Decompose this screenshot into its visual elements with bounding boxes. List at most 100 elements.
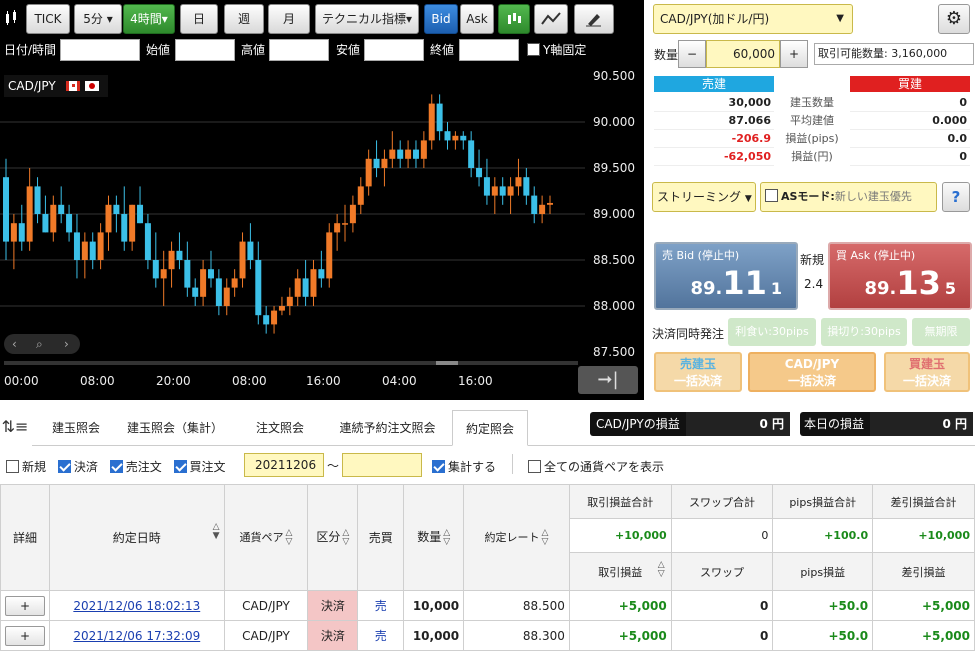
tab-3[interactable]: 連続予約注文照会 xyxy=(330,410,445,446)
candle-body xyxy=(405,149,412,159)
aggregate-checkbox[interactable] xyxy=(432,460,445,473)
chart-scrollbar-thumb[interactable] xyxy=(436,361,458,365)
execution-table: 詳細 約定日時 △ ▼ 通貨ペア △ ▽ 区分 △ ▽ 売買 数量 △ ▽ 約定レート △ ▽ 取引… xyxy=(0,484,975,651)
row-side: 売 xyxy=(357,590,405,621)
jump-latest-button[interactable]: ➞| xyxy=(578,366,638,394)
candlestick-chart xyxy=(0,94,585,334)
candle-body xyxy=(460,135,467,141)
candlestick-icon[interactable] xyxy=(2,4,24,34)
candle-body xyxy=(263,315,270,325)
pair-bulk-line2: 一括決済 xyxy=(787,374,836,388)
tab-2[interactable]: 注文照会 xyxy=(240,410,320,446)
datetime-value xyxy=(60,39,140,61)
buy-bulk-settle-button[interactable]: 買建玉 一括決済 xyxy=(884,352,970,392)
pair-bulk-settle-button[interactable]: CAD/JPY 一括決済 xyxy=(748,352,876,392)
sort-list-icon[interactable]: ⇅≡ xyxy=(0,412,30,442)
chart-nav-controls: ‹ ⌕ › xyxy=(4,334,80,354)
row-detail-button[interactable]: + xyxy=(5,595,45,616)
candle-body xyxy=(231,278,238,288)
y-axis-fix-checkbox[interactable] xyxy=(527,43,540,56)
y-axis-fix-toggle[interactable]: Y軸固定 xyxy=(527,40,586,60)
open-value xyxy=(175,39,235,61)
pos-label-0: 建玉数量 xyxy=(790,96,834,109)
buy-position-header: 買建 xyxy=(850,76,970,92)
filter-settle-checkbox[interactable] xyxy=(57,460,71,473)
tick-button[interactable]: TICK xyxy=(26,4,70,34)
technical-indicator-select[interactable]: テクニカル指標▾ xyxy=(315,4,419,34)
sell-bulk-settle-button[interactable]: 売建玉 一括決済 xyxy=(654,352,742,392)
filter-buy-checkbox[interactable] xyxy=(173,460,187,473)
tab-4[interactable]: 約定照会 xyxy=(452,410,528,446)
interval-5min-select[interactable]: 5分 ▾ xyxy=(74,4,122,34)
pair-select[interactable]: CAD/JPY(加ドル/円) ▼ xyxy=(653,4,853,34)
filter-sell[interactable]: 売注文 xyxy=(109,460,162,474)
row-kind: 決済 xyxy=(307,620,359,651)
filter-sell-checkbox[interactable] xyxy=(109,460,123,473)
take-profit-button[interactable]: 利食い:30pips xyxy=(728,318,816,346)
chart-scrollbar[interactable] xyxy=(4,361,578,365)
sum-header-0: 取引損益合計 xyxy=(568,484,672,519)
qty-minus-button[interactable]: − xyxy=(678,40,706,68)
streaming-mode-select[interactable]: ストリーミング ▼ xyxy=(652,182,756,212)
candle-body xyxy=(302,278,309,297)
as-mode-toggle[interactable]: ASモード:新しい建玉優先 xyxy=(760,182,937,212)
col-exec-date[interactable]: 約定日時 △ ▼ xyxy=(49,484,225,591)
bid-quote-button[interactable]: 売 Bid (停止中) 89.11 1 xyxy=(654,242,798,310)
filter-settle[interactable]: 決済 xyxy=(57,460,98,474)
sort-icon: △ ▽ xyxy=(443,527,451,547)
expiry-button[interactable]: 無期限 xyxy=(912,318,970,346)
gear-icon[interactable]: ⚙ xyxy=(938,4,970,34)
pos-label-2: 損益(pips) xyxy=(785,132,839,145)
candle-body xyxy=(42,214,49,233)
row-detail-button[interactable]: + xyxy=(5,625,45,646)
day-button[interactable]: 日 xyxy=(180,4,218,34)
qty-plus-button[interactable]: + xyxy=(780,40,808,68)
qty-input[interactable]: 60,000 xyxy=(706,40,780,68)
ask-button[interactable]: Ask xyxy=(460,4,494,34)
date-to-input[interactable] xyxy=(342,453,422,477)
y-tick-label: 89.500 xyxy=(593,161,635,175)
col-kind[interactable]: 区分 △ ▽ xyxy=(307,484,359,591)
filter-new[interactable]: 新規 xyxy=(6,460,46,474)
week-button[interactable]: 週 xyxy=(224,4,264,34)
candle-body xyxy=(468,140,475,168)
aggregate-toggle[interactable]: 集計する xyxy=(432,458,496,475)
all-pairs-checkbox[interactable] xyxy=(528,460,541,473)
sub-header-0-label: 取引損益 xyxy=(598,565,643,579)
zoom-search-icon[interactable]: ⌕ xyxy=(36,334,43,354)
bid-button[interactable]: Bid xyxy=(424,4,458,34)
filter-bar: 新規 決済 売注文 買注文 xyxy=(6,458,226,475)
interval-5min-label: 5分 xyxy=(83,12,103,26)
row-exec-date-link[interactable]: 2021/12/06 18:02:13 xyxy=(49,590,225,621)
scroll-right-icon[interactable]: › xyxy=(64,334,69,354)
all-pairs-toggle[interactable]: 全ての通貨ペアを表示 xyxy=(528,458,664,475)
month-button[interactable]: 月 xyxy=(268,4,310,34)
bid-title: 売 Bid (停止中) xyxy=(662,249,740,262)
tab-1[interactable]: 建玉照会（集計） xyxy=(120,410,230,446)
help-button[interactable]: ? xyxy=(942,182,970,212)
x-tick-label: 20:00 xyxy=(156,374,191,388)
as-mode-checkbox[interactable] xyxy=(765,189,778,202)
col-pair[interactable]: 通貨ペア △ ▽ xyxy=(223,484,309,591)
candle-chart-type-button[interactable] xyxy=(498,4,530,34)
sub-header-0[interactable]: 取引損益 △ ▽ xyxy=(568,552,672,591)
stop-loss-button[interactable]: 損切り:30pips xyxy=(821,318,907,346)
line-chart-type-button[interactable] xyxy=(534,4,568,34)
col-qty[interactable]: 数量 △ ▽ xyxy=(403,484,465,591)
sub-header-3: 差引損益 xyxy=(872,552,975,591)
candle-body xyxy=(491,186,498,196)
interval-4h-select[interactable]: 4時間▾ xyxy=(123,4,175,34)
scroll-left-icon[interactable]: ‹ xyxy=(12,334,17,354)
candle-body xyxy=(255,260,262,316)
tab-0[interactable]: 建玉照会 xyxy=(34,410,118,446)
draw-tool-button[interactable] xyxy=(574,4,614,34)
date-from-input[interactable]: 20211206 xyxy=(244,453,324,477)
y-tick-label: 87.500 xyxy=(593,345,635,359)
ask-quote-button[interactable]: 買 Ask (停止中) 89.13 5 xyxy=(828,242,972,310)
row-exec-date-link[interactable]: 2021/12/06 17:32:09 xyxy=(49,620,225,651)
filter-buy[interactable]: 買注文 xyxy=(173,460,226,474)
pair-pl-label: CAD/JPYの損益 xyxy=(590,412,686,436)
filter-new-checkbox[interactable] xyxy=(6,460,19,473)
sum-header-3: 差引損益合計 xyxy=(872,484,975,519)
col-rate[interactable]: 約定レート △ ▽ xyxy=(463,484,570,591)
